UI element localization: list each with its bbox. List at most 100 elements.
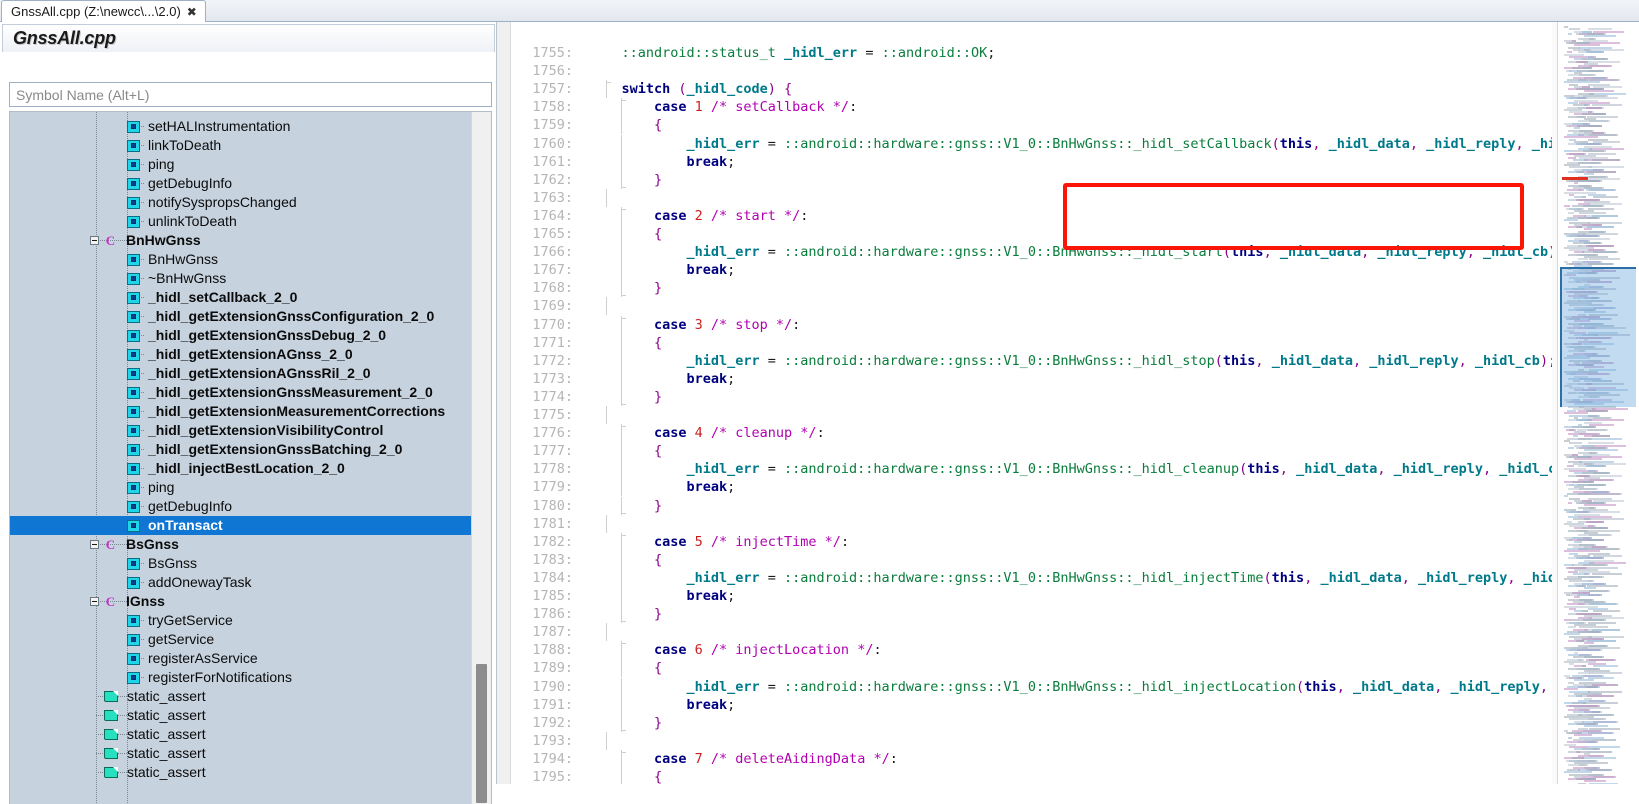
tree-item[interactable]: _hidl_getExtensionVisibilityControl xyxy=(10,421,472,440)
tree-item[interactable]: static_assert xyxy=(10,687,472,706)
method-icon xyxy=(127,349,140,361)
tree-item[interactable]: unlinkToDeath xyxy=(10,212,472,231)
tree-item[interactable]: addOnewayTask xyxy=(10,573,472,592)
code-line[interactable]: 1766: _hidl_err = ::android::hardware::gn… xyxy=(511,243,1555,262)
line-number: 1785: xyxy=(532,588,573,604)
symbol-tree[interactable]: setHALInstrumentation linkToDeath ping getD… xyxy=(10,112,472,804)
tree-item[interactable]: _hidl_setCallback_2_0 xyxy=(10,288,472,307)
code-line[interactable]: 1771: { xyxy=(511,333,1555,352)
code-line[interactable]: 1784: _hidl_err = ::android::hardware::gn… xyxy=(511,568,1555,587)
code-line[interactable]: 1764: case 2 /* start */: xyxy=(511,206,1555,225)
code-line[interactable]: 1781: xyxy=(511,514,1555,533)
tab-gnssall-cpp[interactable]: GnssAll.cpp (Z:\newcc\...\2.0) ✖ xyxy=(1,0,206,22)
code-line[interactable]: 1787: xyxy=(511,623,1555,642)
tree-item[interactable]: static_assert xyxy=(10,744,472,763)
code-line[interactable]: 1794: case 7 /* deleteAidingData */: xyxy=(511,749,1555,768)
assert-icon xyxy=(104,748,118,759)
code-line[interactable]: 1772: _hidl_err = ::android::hardware::gn… xyxy=(511,351,1555,370)
tree-item[interactable]: _hidl_getExtensionMeasurementCorrections xyxy=(10,402,472,421)
code-view[interactable]: 1755:::android::status_t _hidl_err = ::a… xyxy=(511,22,1555,784)
collapse-expander-icon[interactable] xyxy=(90,540,99,549)
tree-item[interactable]: static_assert xyxy=(10,706,472,725)
tree-item[interactable]: registerForNotifications xyxy=(10,668,472,687)
tree-scrollbar-thumb[interactable] xyxy=(476,664,487,803)
tree-item[interactable]: _hidl_getExtensionAGnssRil_2_0 xyxy=(10,364,472,383)
code-line[interactable]: 1769: xyxy=(511,297,1555,316)
code-line[interactable]: 1760: _hidl_err = ::android::hardware::gn… xyxy=(511,134,1555,153)
code-line[interactable]: 1795: { xyxy=(511,768,1555,784)
code-line[interactable]: 1773: break; xyxy=(511,369,1555,388)
tree-item[interactable]: ~BnHwGnss xyxy=(10,269,472,288)
code-line[interactable]: 1791: break; xyxy=(511,695,1555,714)
code-line[interactable]: 1778: _hidl_err = ::android::hardware::gn… xyxy=(511,460,1555,479)
tree-item[interactable]: _hidl_injectBestLocation_2_0 xyxy=(10,459,472,478)
code-line[interactable]: 1774:} xyxy=(511,387,1555,406)
minimap-viewport[interactable] xyxy=(1560,267,1636,407)
tree-item[interactable]: _hidl_getExtensionGnssBatching_2_0 xyxy=(10,440,472,459)
code-line[interactable]: 1786:} xyxy=(511,605,1555,624)
tree-item[interactable]: notifySyspropsChanged xyxy=(10,193,472,212)
tree-item[interactable]: ping xyxy=(10,155,472,174)
tree-item[interactable]: static_assert xyxy=(10,763,472,782)
tree-item[interactable]: static_assert xyxy=(10,725,472,744)
tree-item[interactable]: _hidl_getExtensionGnssDebug_2_0 xyxy=(10,326,472,345)
code-line[interactable]: 1758: case 1 /* setCallback */: xyxy=(511,98,1555,117)
tree-item-selected[interactable]: onTransact xyxy=(10,516,472,535)
tree-item-label: _hidl_injectBestLocation_2_0 xyxy=(148,460,345,476)
symbol-search-input[interactable] xyxy=(9,82,492,107)
code-line[interactable]: 1782: case 5 /* injectTime */: xyxy=(511,532,1555,551)
code-line[interactable]: 1793: xyxy=(511,731,1555,750)
tree-scrollbar[interactable] xyxy=(471,112,491,804)
collapse-expander-icon[interactable] xyxy=(90,236,99,245)
code-line[interactable]: 1757: switch (_hidl_code) { xyxy=(511,80,1555,99)
code-line[interactable]: 1775: xyxy=(511,406,1555,425)
tree-item-label: IGnss xyxy=(126,593,165,609)
tree-item[interactable]: setHALInstrumentation xyxy=(10,117,472,136)
tree-item[interactable]: getDebugInfo xyxy=(10,174,472,193)
minimap-line xyxy=(1586,465,1606,468)
minimap-line xyxy=(1586,741,1596,744)
line-number: 1762: xyxy=(532,171,573,188)
tree-item[interactable]: C BnHwGnss xyxy=(10,231,472,250)
code-line[interactable]: 1768:} xyxy=(511,279,1555,298)
code-minimap[interactable] xyxy=(1557,22,1639,784)
code-line[interactable]: 1762:} xyxy=(511,170,1555,189)
tree-item[interactable]: C BsGnss xyxy=(10,535,472,554)
tree-item[interactable]: ping xyxy=(10,478,472,497)
code-line[interactable]: 1790: _hidl_err = ::android::hardware::gn… xyxy=(511,677,1555,696)
code-line[interactable]: 1780:} xyxy=(511,496,1555,515)
code-text: { xyxy=(653,334,663,351)
code-line[interactable]: 1770: case 3 /* stop */: xyxy=(511,315,1555,334)
tree-item[interactable]: _hidl_getExtensionGnssConfiguration_2_0 xyxy=(10,307,472,326)
code-line[interactable]: 1783: { xyxy=(511,550,1555,569)
method-icon xyxy=(127,444,140,456)
code-line[interactable]: 1788: case 6 /* injectLocation */: xyxy=(511,641,1555,660)
minimap-line xyxy=(1576,640,1584,643)
code-line[interactable]: 1765: { xyxy=(511,225,1555,244)
tree-item[interactable]: BnHwGnss xyxy=(10,250,472,269)
code-line[interactable]: 1767: break; xyxy=(511,261,1555,280)
tree-item[interactable]: BsGnss xyxy=(10,554,472,573)
tree-item[interactable]: linkToDeath xyxy=(10,136,472,155)
tree-item[interactable]: getDebugInfo xyxy=(10,497,472,516)
tree-item[interactable]: getService xyxy=(10,630,472,649)
code-line[interactable]: 1785: break; xyxy=(511,587,1555,606)
collapse-expander-icon[interactable] xyxy=(90,597,99,606)
tree-item[interactable]: _hidl_getExtensionAGnss_2_0 xyxy=(10,345,472,364)
code-line[interactable]: 1779: break; xyxy=(511,478,1555,497)
tree-item[interactable]: tryGetService xyxy=(10,611,472,630)
code-line[interactable]: 1756: xyxy=(511,62,1555,80)
code-line[interactable]: 1763: xyxy=(511,188,1555,207)
code-line[interactable]: 1792:} xyxy=(511,713,1555,732)
close-icon[interactable]: ✖ xyxy=(187,6,197,18)
tree-item[interactable]: registerAsService xyxy=(10,649,472,668)
code-line[interactable]: 1755:::android::status_t _hidl_err = ::a… xyxy=(511,44,1555,62)
code-line[interactable]: 1789: { xyxy=(511,659,1555,678)
code-line[interactable]: 1761: break; xyxy=(511,152,1555,171)
tree-item[interactable]: _hidl_getExtensionGnssMeasurement_2_0 xyxy=(10,383,472,402)
tree-item[interactable]: C IGnss xyxy=(10,592,472,611)
method-icon xyxy=(127,216,140,228)
code-line[interactable]: 1776: case 4 /* cleanup */: xyxy=(511,424,1555,443)
code-line[interactable]: 1777: { xyxy=(511,442,1555,461)
code-line[interactable]: 1759: { xyxy=(511,116,1555,135)
